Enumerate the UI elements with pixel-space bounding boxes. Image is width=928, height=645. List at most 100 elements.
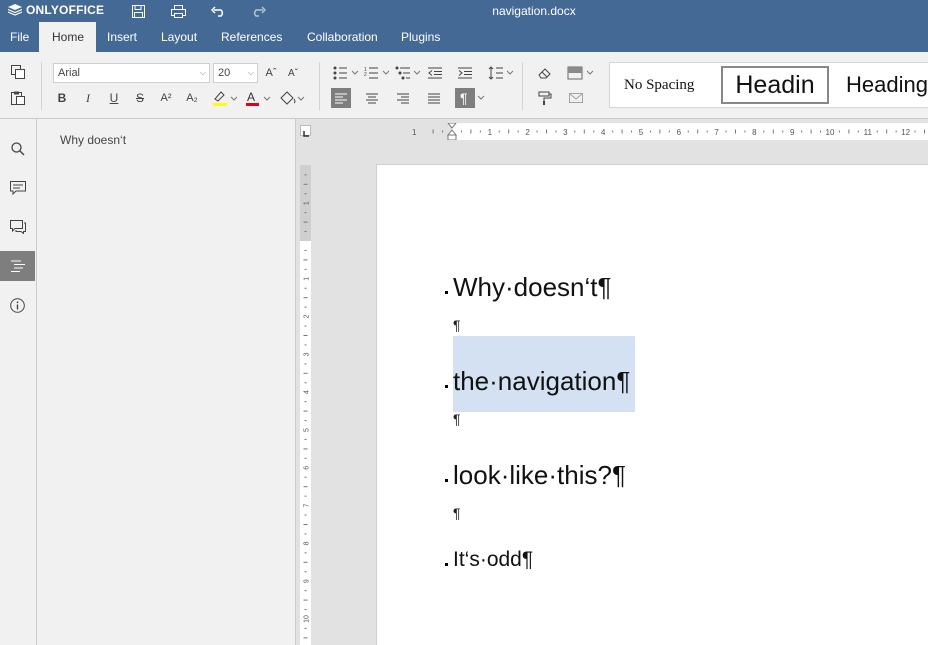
tab-plugins[interactable]: Plugins — [391, 22, 450, 52]
sidebar-navigation-button[interactable] — [0, 251, 35, 281]
ruler-label: 3 — [304, 352, 311, 356]
align-center-button[interactable] — [362, 88, 382, 108]
decrease-indent-button[interactable] — [425, 63, 445, 83]
horizontal-ruler-scale: 1 1 2 3 4 5 6 7 8 9 10 11 12 — [376, 122, 925, 141]
align-left-button[interactable] — [331, 88, 351, 108]
tab-file[interactable]: File — [0, 22, 39, 52]
horizontal-ruler[interactable]: 1 1 2 3 4 5 6 7 8 9 10 11 12 — [376, 122, 928, 141]
numbering-button[interactable]: 12 — [363, 63, 391, 83]
document-work-area: 1 1 2 3 4 5 6 7 8 9 10 11 12 1 1 2 3 4 5 6 7 8 9 10 Why·doesn‘… — [296, 119, 928, 645]
ruler-label: 1 — [488, 128, 493, 137]
navigation-icon — [10, 260, 25, 272]
tab-layout[interactable]: Layout — [151, 22, 207, 52]
tab-collaboration[interactable]: Collaboration — [297, 22, 388, 52]
justify-button[interactable] — [424, 88, 444, 108]
font-size-value: 20 — [218, 67, 231, 79]
justify-icon — [428, 93, 440, 103]
highlight-color-button[interactable] — [209, 88, 239, 108]
left-sidebar — [0, 119, 37, 645]
italic-button[interactable]: I — [78, 88, 98, 108]
paragraph-mark-bullet — [445, 563, 448, 566]
ruler-label: 9 — [790, 128, 795, 137]
copy-button[interactable] — [8, 62, 28, 82]
nonprinting-characters-button[interactable]: ¶ — [455, 88, 485, 108]
styles-gallery: No Spacing Headin Heading — [609, 62, 928, 108]
bullets-button[interactable] — [332, 63, 360, 83]
heading-paragraph-1[interactable]: Why·doesn‘t¶ — [453, 272, 611, 303]
ruler-label: 1 — [304, 277, 311, 281]
indent-icon — [458, 67, 472, 79]
style-no-spacing[interactable]: No Spacing — [624, 63, 694, 107]
heading-paragraph-4[interactable]: It‘s·odd¶ — [453, 548, 533, 572]
ruler-label: 2 — [304, 315, 311, 319]
font-color-icon: A — [246, 90, 271, 106]
increase-font-button[interactable]: Aˆ — [261, 63, 281, 83]
tab-insert[interactable]: Insert — [97, 22, 147, 52]
ruler-label: 7 — [304, 504, 311, 508]
numbered-list-icon: 12 — [364, 67, 390, 79]
align-right-icon — [397, 93, 409, 103]
subscript-button[interactable]: A₂ — [182, 88, 202, 108]
svg-text:¶: ¶ — [460, 90, 468, 106]
tab-home[interactable]: Home — [39, 22, 96, 52]
style-heading-2[interactable]: Heading — [846, 63, 928, 107]
strikethrough-button[interactable]: S — [130, 88, 150, 108]
chevron-down-icon: ⌵ — [199, 68, 206, 77]
ruler-label: 7 — [714, 128, 719, 137]
envelope-icon — [569, 93, 583, 103]
ruler-label: 10 — [304, 615, 311, 623]
copy-style-button[interactable] — [535, 88, 555, 108]
clear-style-button[interactable] — [535, 63, 555, 83]
info-icon — [10, 297, 25, 313]
vertical-ruler[interactable]: 1 1 2 3 4 5 6 7 8 9 10 — [300, 165, 311, 645]
document-page[interactable]: Why·doesn‘t¶ ¶ the·navigation¶ ¶ look·li… — [376, 164, 928, 645]
paste-button[interactable] — [8, 88, 28, 108]
document-title: navigation.docx — [492, 4, 576, 18]
ruler-label: 1 — [412, 128, 417, 137]
ruler-label: 8 — [752, 128, 757, 137]
title-bar: ONLYOFFICE navigation.docx — [0, 0, 928, 22]
underline-button[interactable]: U — [104, 88, 124, 108]
navigation-heading-item[interactable]: Why doesn‘t — [60, 133, 126, 147]
align-right-button[interactable] — [393, 88, 413, 108]
increase-indent-button[interactable] — [455, 63, 475, 83]
highlighter-icon — [213, 91, 237, 106]
sidebar-comments-button[interactable] — [0, 173, 35, 203]
menu-tab-bar: File Home Insert Layout References Colla… — [0, 22, 928, 52]
left-tab-icon — [303, 131, 309, 137]
paragraph-shading-button[interactable] — [277, 88, 307, 108]
sidebar-search-button[interactable] — [0, 134, 35, 164]
tab-references[interactable]: References — [211, 22, 292, 52]
decrease-font-button[interactable]: Aˇ — [283, 63, 303, 83]
heading-paragraph-2[interactable]: the·navigation¶ — [453, 366, 630, 397]
multilevel-list-button[interactable] — [394, 63, 422, 83]
comment-icon — [9, 181, 26, 195]
mail-merge-button[interactable] — [566, 88, 586, 108]
ruler-label: 6 — [304, 466, 311, 470]
color-scheme-button[interactable] — [566, 63, 596, 83]
sidebar-chat-button[interactable] — [0, 212, 35, 242]
font-size-select[interactable]: 20 ⌵ — [213, 63, 258, 83]
color-scheme-icon — [567, 66, 594, 80]
svg-text:2: 2 — [364, 72, 367, 78]
align-center-icon — [366, 93, 378, 103]
multilevel-list-icon — [395, 66, 421, 80]
style-heading-1[interactable]: Headin — [721, 66, 829, 104]
bold-button[interactable]: B — [52, 88, 72, 108]
ruler-label: 3 — [563, 128, 568, 137]
heading-paragraph-3[interactable]: look·like·this?¶ — [453, 460, 626, 491]
eraser-icon — [538, 68, 551, 79]
superscript-button[interactable]: A² — [156, 88, 176, 108]
tab-stop-selector[interactable] — [300, 125, 311, 137]
chat-icon — [9, 220, 26, 234]
paragraph-mark-bullet — [445, 385, 448, 388]
sidebar-about-button[interactable] — [0, 290, 35, 320]
empty-paragraph-mark: ¶ — [453, 317, 461, 333]
ruler-label: 12 — [901, 128, 910, 137]
paint-bucket-icon — [280, 91, 305, 105]
font-name-select[interactable]: Arial ⌵ — [53, 63, 210, 83]
ruler-label: 11 — [864, 128, 873, 137]
line-spacing-button[interactable] — [487, 63, 515, 83]
font-color-button[interactable]: A — [243, 88, 273, 108]
pilcrow-icon: ¶ — [455, 88, 485, 108]
